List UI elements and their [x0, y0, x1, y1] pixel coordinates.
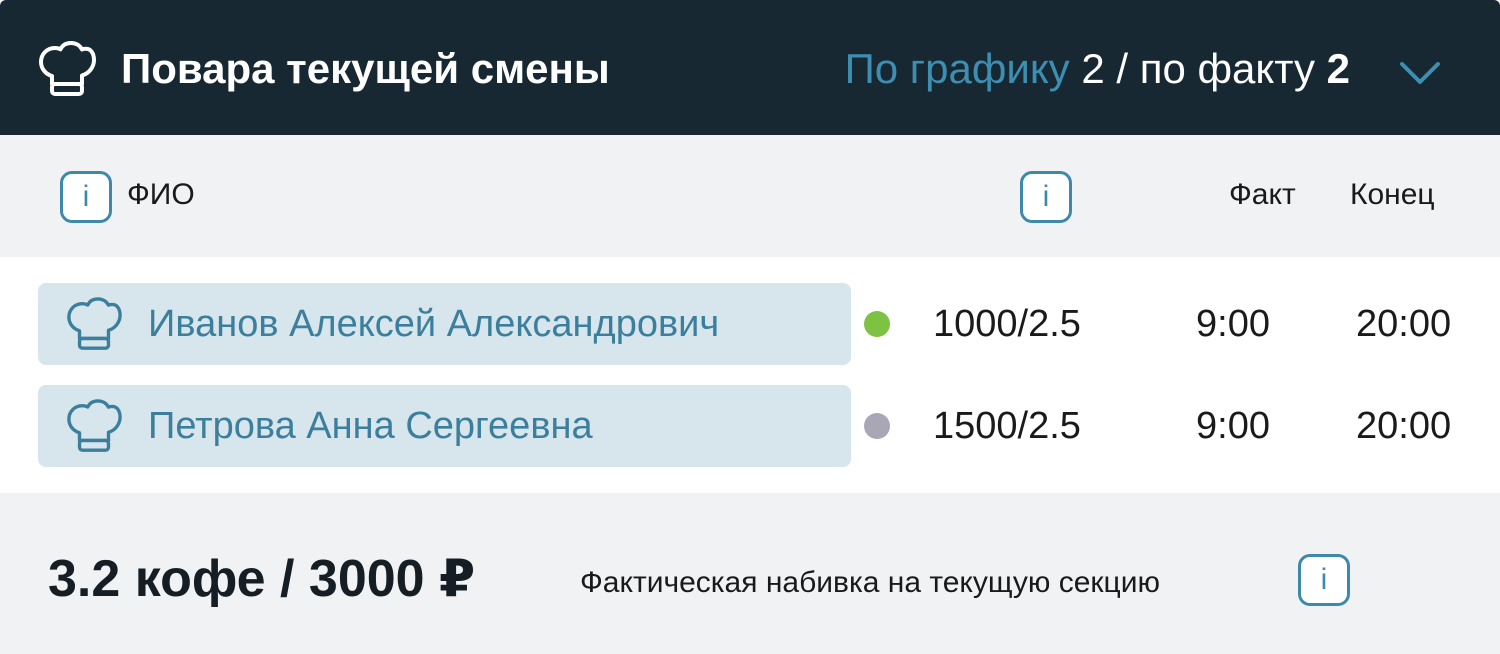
- schedule-count: 2: [1081, 45, 1105, 92]
- card-header: Повара текущей смены По графику 2 / по ф…: [0, 0, 1500, 135]
- cook-name: Петрова Анна Сергеевна: [148, 405, 593, 447]
- table-row: Петрова Анна Сергеевна 1500/2.5 9:00 20:…: [0, 385, 1500, 467]
- status-dot: [864, 311, 890, 337]
- chef-hat-icon: [67, 297, 122, 350]
- info-glyph: i: [82, 180, 90, 213]
- info-icon-name[interactable]: i: [60, 171, 112, 223]
- column-fact-label: Факт: [1229, 178, 1296, 211]
- card-title: Повара текущей смены: [121, 45, 610, 92]
- cook-end-time: 20:00: [1356, 405, 1452, 447]
- cook-end-time: 20:00: [1356, 303, 1452, 345]
- total-value: 3.2 кофе / 3000 ₽: [48, 550, 476, 608]
- cook-name-chip[interactable]: Петрова Анна Сергеевна: [38, 385, 851, 467]
- status-dot: [864, 413, 890, 439]
- table-row: Иванов Алексей Александрович 1000/2.5 9:…: [0, 283, 1500, 365]
- column-end-label: Конец: [1350, 178, 1435, 211]
- column-name-label: ФИО: [127, 178, 195, 211]
- chef-hat-icon: [67, 399, 122, 452]
- cook-fact-time: 9:00: [1196, 303, 1270, 345]
- cooks-shift-card: Повара текущей смены По графику 2 / по ф…: [0, 0, 1500, 654]
- footer-summary: 3.2 кофе / 3000 ₽ Фактическая набивка на…: [0, 493, 1500, 654]
- cook-name: Иванов Алексей Александрович: [148, 303, 720, 345]
- info-glyph: i: [1042, 180, 1050, 213]
- cook-rate: 1500/2.5: [933, 405, 1081, 447]
- cook-rate: 1000/2.5: [933, 303, 1081, 345]
- info-icon-rate[interactable]: i: [1020, 171, 1072, 223]
- fact-label: / по факту: [1116, 45, 1315, 92]
- table-header: i ФИО i Факт Конец: [0, 135, 1500, 257]
- cook-fact-time: 9:00: [1196, 405, 1270, 447]
- shift-count-summary: По графику 2 / по факту 2: [845, 44, 1350, 94]
- cook-name-chip[interactable]: Иванов Алексей Александрович: [38, 283, 851, 365]
- info-icon-total[interactable]: i: [1298, 554, 1350, 606]
- chevron-down-icon[interactable]: [1397, 56, 1443, 88]
- total-description: Фактическая набивка на текущую секцию: [580, 566, 1160, 599]
- info-glyph: i: [1320, 563, 1328, 596]
- schedule-label: По графику: [844, 45, 1070, 92]
- fact-count: 2: [1326, 45, 1350, 92]
- chef-hat-icon: [39, 41, 96, 96]
